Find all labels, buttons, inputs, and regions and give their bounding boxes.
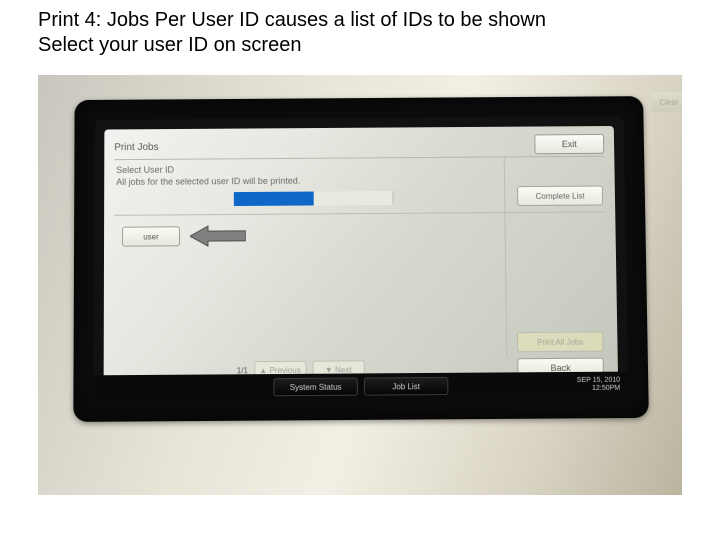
caption-block: Print 4: Jobs Per User ID causes a list … bbox=[38, 8, 546, 58]
titlebar: Print Jobs Exit bbox=[114, 132, 604, 159]
datetime: SEP 15, 2010 12:50PM bbox=[577, 372, 621, 399]
printer-photo: Clear Print Jobs Exit Select User ID All… bbox=[38, 75, 682, 495]
selection-highlight bbox=[234, 192, 314, 206]
system-status-tab[interactable]: System Status bbox=[273, 377, 358, 396]
instruction-text: Select User ID All jobs for the selected… bbox=[116, 164, 300, 188]
user-id-button[interactable]: user bbox=[122, 226, 180, 246]
screen-title: Print Jobs bbox=[114, 142, 158, 153]
selection-row-bg bbox=[314, 191, 394, 205]
clear-badge: Clear bbox=[651, 92, 682, 113]
divider-mid bbox=[114, 211, 605, 215]
instruction-line-2: All jobs for the selected user ID will b… bbox=[116, 175, 300, 188]
time-text: 12:50PM bbox=[592, 385, 620, 393]
status-bar: System Status Job List SEP 15, 2010 12:5… bbox=[94, 372, 629, 402]
screen-bezel: Clear Print Jobs Exit Select User ID All… bbox=[73, 96, 649, 422]
arrow-annotation bbox=[190, 224, 246, 248]
touch-screen: Print Jobs Exit Select User ID All jobs … bbox=[104, 126, 619, 391]
bezel-inner: Print Jobs Exit Select User ID All jobs … bbox=[94, 116, 629, 402]
print-all-button[interactable]: Print All Jobs bbox=[517, 331, 604, 352]
caption-line-2: Select your user ID on screen bbox=[38, 33, 546, 58]
page-root: Print 4: Jobs Per User ID causes a list … bbox=[0, 0, 720, 540]
arrow-left-icon bbox=[190, 224, 246, 248]
divider-vertical bbox=[504, 156, 508, 356]
complete-list-button[interactable]: Complete List bbox=[517, 186, 603, 206]
caption-line-1: Print 4: Jobs Per User ID causes a list … bbox=[38, 8, 546, 33]
date-text: SEP 15, 2010 bbox=[577, 377, 620, 385]
job-list-tab[interactable]: Job List bbox=[364, 377, 449, 396]
exit-button[interactable]: Exit bbox=[534, 134, 604, 154]
